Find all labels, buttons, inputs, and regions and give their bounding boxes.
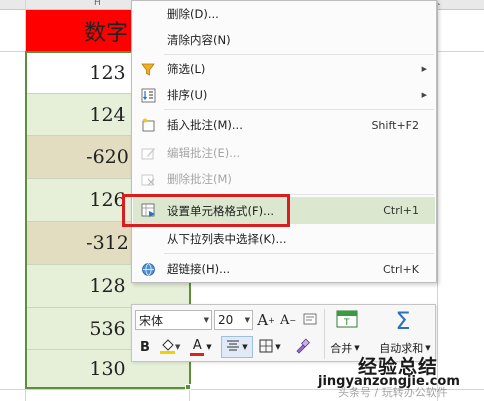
menu-separator	[164, 194, 434, 195]
borders-button[interactable]: ▼	[255, 336, 285, 358]
menu-item-delete-comment[interactable]: 删除批注(M)	[133, 166, 435, 192]
menu-item-label: 排序(U)	[167, 88, 208, 102]
menu-item-edit-comment[interactable]: 编辑批注(E)...	[133, 140, 435, 166]
chevron-down-icon: ▼	[242, 343, 248, 351]
bold-button[interactable]: B	[136, 336, 154, 358]
menu-item-sort[interactable]: 排序(U) ▶	[133, 82, 435, 108]
sigma-icon: Σ	[395, 307, 411, 335]
grow-font-button[interactable]: A +	[256, 310, 276, 330]
menu-item-clear-contents[interactable]: 清除内容(N)	[133, 27, 435, 53]
chevron-down-icon: ▼	[203, 316, 209, 324]
paint-bucket-icon: ▼	[159, 337, 181, 358]
menu-item-hyperlink[interactable]: 超链接(H)... Ctrl+K	[133, 256, 435, 282]
shrink-font-icon: A	[279, 312, 290, 328]
edit-comment-icon	[140, 145, 157, 162]
menu-item-delete[interactable]: 删除(D)...	[133, 1, 435, 27]
clear-format-icon	[303, 312, 317, 329]
insert-comment-icon	[140, 117, 157, 134]
font-color-button[interactable]: A ▼	[186, 336, 216, 358]
merge-button[interactable]: 合并 ▼	[328, 338, 362, 358]
font-size-select[interactable]: 20 ▼	[214, 310, 253, 330]
svg-text:T: T	[343, 318, 350, 328]
cell-style-icon: T	[336, 309, 358, 332]
bold-icon: B	[140, 339, 150, 355]
filter-icon	[140, 61, 157, 78]
format-painter-button[interactable]	[290, 336, 314, 358]
font-name-select[interactable]: 宋体 ▼	[135, 310, 212, 330]
grid-line	[437, 0, 438, 401]
cell-style-button[interactable]: T	[332, 307, 362, 333]
menu-item-label: 超链接(H)...	[167, 262, 231, 276]
format-painter-icon	[294, 338, 310, 357]
chevron-down-icon: ▼	[275, 343, 281, 351]
menu-item-label: 删除批注(M)	[167, 172, 232, 186]
menu-item-label: 插入批注(M)...	[167, 118, 243, 132]
chevron-down-icon: ▼	[425, 344, 431, 352]
menu-separator	[164, 109, 434, 110]
merge-label: 合并	[330, 342, 353, 355]
menu-item-label: 设置单元格格式(F)...	[167, 203, 275, 218]
menu-item-shortcut: Ctrl+K	[382, 262, 419, 276]
sort-icon	[140, 87, 157, 104]
hyperlink-icon	[140, 261, 157, 278]
chevron-down-icon: ▼	[354, 344, 360, 352]
menu-item-label: 删除(D)...	[167, 7, 219, 21]
menu-item-shortcut: Shift+F2	[371, 118, 419, 132]
grow-font-icon: A	[257, 311, 269, 329]
clear-format-button[interactable]	[300, 310, 320, 330]
align-center-button[interactable]: ▼	[221, 336, 253, 358]
toolbar-separator	[324, 309, 325, 359]
menu-separator	[164, 54, 434, 55]
submenu-arrow-icon: ▶	[421, 65, 427, 73]
fill-handle[interactable]	[185, 384, 191, 390]
font-size-value: 20	[218, 313, 234, 327]
svg-text:▼: ▼	[175, 343, 181, 351]
menu-item-label: 清除内容(N)	[167, 33, 231, 47]
format-cells-icon	[140, 202, 157, 219]
chevron-down-icon: ▼	[206, 343, 212, 351]
font-name-value: 宋体	[139, 313, 164, 328]
menu-item-format-cells[interactable]: 设置单元格格式(F)... Ctrl+1	[133, 197, 435, 224]
font-color-letter: A	[192, 338, 202, 353]
menu-item-label: 从下拉列表中选择(K)...	[167, 232, 287, 246]
delete-comment-icon	[140, 171, 157, 188]
chevron-down-icon: ▼	[244, 316, 250, 324]
watermark-site: jingyanzongjie.com	[318, 374, 460, 389]
borders-icon	[259, 339, 273, 356]
menu-item-pick-from-list[interactable]: 从下拉列表中选择(K)...	[133, 226, 435, 252]
shrink-font-button[interactable]: A −	[278, 310, 298, 330]
column-letter-h[interactable]: H	[94, 0, 101, 8]
submenu-arrow-icon: ▶	[421, 91, 427, 99]
menu-item-insert-comment[interactable]: 插入批注(M)... Shift+F2	[133, 112, 435, 138]
font-color-icon: A	[190, 338, 205, 356]
menu-item-label: 编辑批注(E)...	[167, 146, 241, 160]
align-center-icon	[226, 340, 240, 355]
menu-separator	[164, 253, 434, 254]
menu-item-filter[interactable]: 筛选(L) ▶	[133, 56, 435, 82]
fill-color-button[interactable]: ▼	[156, 336, 184, 358]
autosum-icon-button[interactable]: Σ	[388, 307, 418, 335]
menu-item-shortcut: Ctrl+1	[383, 204, 419, 217]
menu-item-label: 筛选(L)	[167, 62, 206, 76]
context-menu: 删除(D)... 清除内容(N) 筛选(L) ▶ 排序(U) ▶ 插入批注(M)…	[131, 0, 437, 283]
